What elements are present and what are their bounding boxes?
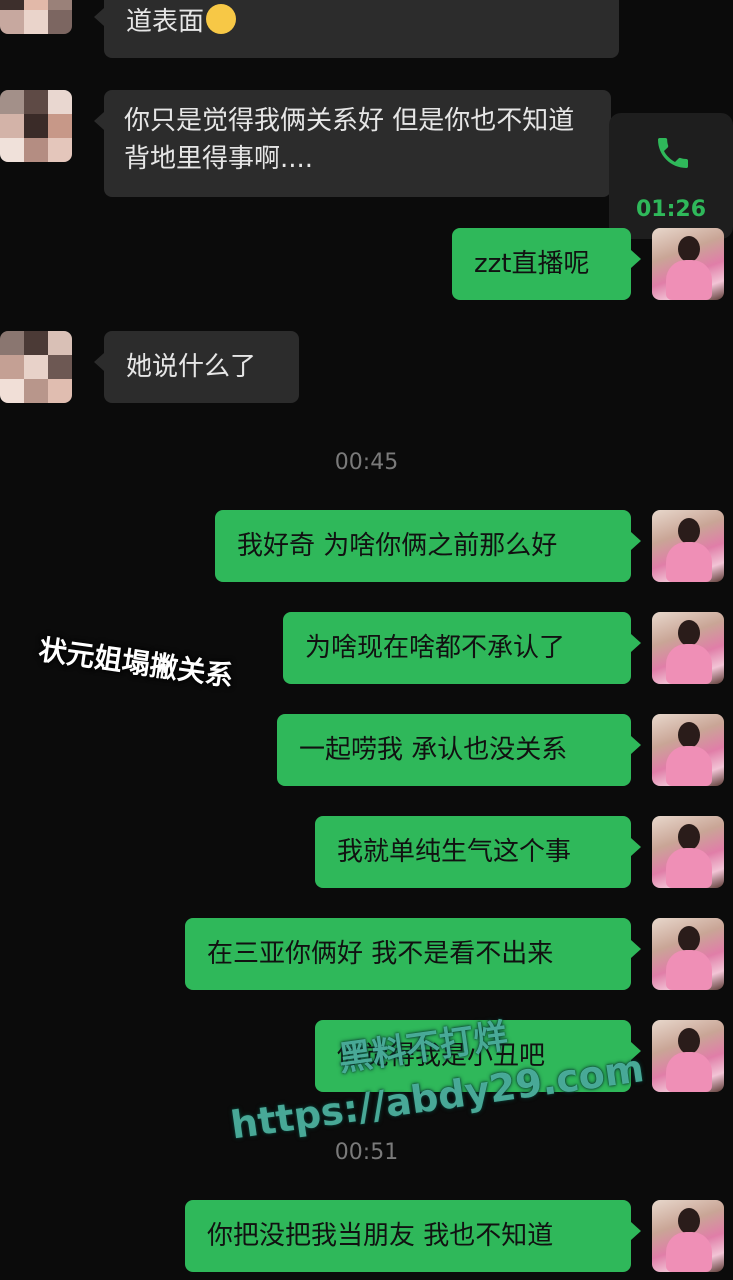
chat-thread: 道表面 你只是觉得我俩关系好 但是你也不知道背地里得事啊.... 01:26 z… — [0, 0, 733, 1280]
my-avatar[interactable] — [652, 816, 724, 888]
message-bubble-incoming[interactable]: 你只是觉得我俩关系好 但是你也不知道背地里得事啊.... — [94, 90, 611, 197]
phone-icon — [658, 138, 688, 168]
message-text: 为啥现在啥都不承认了 — [305, 633, 566, 663]
my-avatar[interactable] — [652, 612, 724, 684]
message-text: 我就单纯生气这个事 — [337, 837, 572, 867]
message-text: 在三亚你俩好 我不是看不出来 — [207, 939, 554, 969]
message-text: 她说什么了 — [126, 352, 257, 382]
my-avatar[interactable] — [652, 228, 724, 300]
message-bubble-incoming[interactable]: 她说什么了 — [94, 331, 299, 403]
message-bubble-incoming[interactable]: 道表面 — [94, 0, 619, 58]
my-avatar[interactable] — [652, 1200, 724, 1272]
message-text: 道表面 — [126, 7, 205, 37]
voice-call-card[interactable]: 01:26 — [609, 113, 733, 239]
message-bubble-outgoing[interactable]: 我好奇 为啥你俩之前那么好 — [215, 510, 641, 582]
message-bubble-outgoing[interactable]: 为啥现在啥都不承认了 — [283, 612, 641, 684]
message-text: 你只是觉得我俩关系好 但是你也不知道背地里得事啊.... — [124, 106, 575, 174]
contact-avatar[interactable] — [0, 0, 72, 34]
message-bubble-outgoing[interactable]: 我就单纯生气这个事 — [315, 816, 641, 888]
message-bubble-outgoing[interactable]: 你把没把我当朋友 我也不知道 — [185, 1200, 641, 1272]
message-bubble-outgoing[interactable]: 在三亚你俩好 我不是看不出来 — [185, 918, 641, 990]
overlay-caption: 状元姐塌撇关系 — [36, 632, 236, 693]
contact-avatar[interactable] — [0, 90, 72, 162]
message-bubble-outgoing[interactable]: zzt直播呢 — [452, 228, 641, 300]
contact-avatar[interactable] — [0, 331, 72, 403]
message-text: 我好奇 为啥你俩之前那么好 — [237, 531, 558, 561]
timestamp: 00:51 — [334, 1140, 399, 1165]
crying-face-icon — [206, 4, 237, 34]
message-bubble-outgoing[interactable]: 一起唠我 承认也没关系 — [277, 714, 641, 786]
my-avatar[interactable] — [652, 714, 724, 786]
call-duration: 01:26 — [635, 197, 707, 222]
message-text: zzt直播呢 — [474, 249, 590, 279]
my-avatar[interactable] — [652, 510, 724, 582]
timestamp: 00:45 — [334, 450, 399, 475]
my-avatar[interactable] — [652, 1020, 724, 1092]
message-text: 你把没把我当朋友 我也不知道 — [207, 1221, 554, 1251]
message-text: 一起唠我 承认也没关系 — [299, 735, 568, 765]
my-avatar[interactable] — [652, 918, 724, 990]
